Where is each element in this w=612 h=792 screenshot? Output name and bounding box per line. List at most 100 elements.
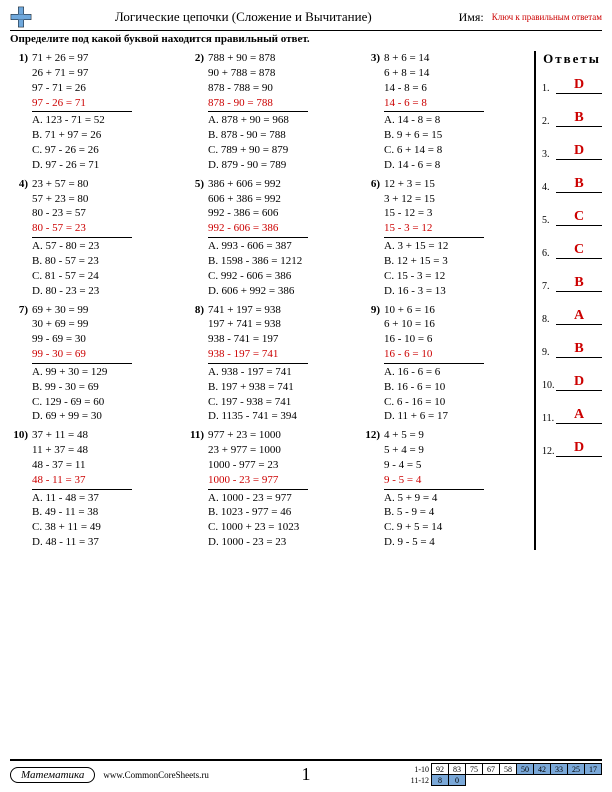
problem-line: 12 + 3 = 15 xyxy=(384,177,484,192)
problem-line: 90 + 788 = 878 xyxy=(208,66,308,81)
answer-row: 11.A xyxy=(542,407,602,424)
problem-answer-line: 878 - 90 = 788 xyxy=(208,96,308,111)
name-label: Имя: xyxy=(459,10,484,25)
problem-answer-line: 80 - 57 = 23 xyxy=(32,221,132,236)
problem-line: 4 + 5 = 9 xyxy=(384,428,484,443)
problem-line: 741 + 197 = 938 xyxy=(208,303,308,318)
option-line: D. 48 - 11 = 37 xyxy=(32,535,132,550)
problem-5: 5)386 + 606 = 992606 + 386 = 992992 - 38… xyxy=(186,177,352,299)
option-line: A. 11 - 48 = 37 xyxy=(32,491,132,506)
answers-column: Ответы 1.D2.B3.D4.B5.C6.C7.B8.A9.B10.D11… xyxy=(534,51,602,550)
problem-line: 197 + 741 = 938 xyxy=(208,317,308,332)
problem-answer-line: 97 - 26 = 71 xyxy=(32,96,132,111)
divider xyxy=(32,111,132,112)
option-line: A. 99 + 30 = 129 xyxy=(32,365,132,380)
problem-answer-line: 9 - 5 = 4 xyxy=(384,473,484,488)
option-line: B. 5 - 9 = 4 xyxy=(384,505,484,520)
score-cell: 0 xyxy=(449,775,466,786)
problem-line: 15 - 12 = 3 xyxy=(384,206,484,221)
option-line: B. 12 + 15 = 3 xyxy=(384,254,484,269)
problem-answer-line: 99 - 30 = 69 xyxy=(32,347,132,362)
answer-value: D xyxy=(556,77,602,94)
option-line: C. 81 - 57 = 24 xyxy=(32,269,132,284)
score-cell: 83 xyxy=(449,764,466,775)
score-row-label: 11-12 xyxy=(406,775,432,786)
header: Логические цепочки (Сложение и Вычитание… xyxy=(10,6,602,31)
answer-number: 8. xyxy=(542,314,556,325)
problem-line: 48 - 37 = 11 xyxy=(32,458,132,473)
option-line: D. 97 - 26 = 71 xyxy=(32,158,132,173)
problem-number: 8) xyxy=(186,303,208,318)
score-row-label: 1-10 xyxy=(406,764,432,775)
answer-number: 6. xyxy=(542,248,556,259)
option-line: C. 38 + 11 = 49 xyxy=(32,520,132,535)
answer-value: B xyxy=(556,341,602,358)
problem-12: 12)4 + 5 = 95 + 4 = 99 - 4 = 59 - 5 = 4A… xyxy=(362,428,528,550)
page-number: 1 xyxy=(302,764,311,785)
answer-row: 5.C xyxy=(542,209,602,226)
option-line: B. 878 - 90 = 788 xyxy=(208,128,308,143)
answer-row: 8.A xyxy=(542,308,602,325)
problems-grid: 1)71 + 26 = 9726 + 71 = 9797 - 71 = 2697… xyxy=(10,51,534,550)
divider xyxy=(32,489,132,490)
answer-number: 2. xyxy=(542,116,556,127)
option-line: D. 9 - 5 = 4 xyxy=(384,535,484,550)
answer-value: A xyxy=(556,407,602,424)
problem-line: 6 + 8 = 14 xyxy=(384,66,484,81)
divider xyxy=(32,237,132,238)
answer-row: 10.D xyxy=(542,374,602,391)
problem-line: 977 + 23 = 1000 xyxy=(208,428,308,443)
answer-value: C xyxy=(556,242,602,259)
option-line: B. 197 + 938 = 741 xyxy=(208,380,308,395)
option-line: A. 938 - 197 = 741 xyxy=(208,365,308,380)
option-line: D. 879 - 90 = 789 xyxy=(208,158,308,173)
answer-number: 10. xyxy=(542,380,556,391)
problem-line: 80 - 23 = 57 xyxy=(32,206,132,221)
problem-9: 9)10 + 6 = 166 + 10 = 1616 - 10 = 616 - … xyxy=(362,303,528,425)
divider xyxy=(208,489,308,490)
option-line: B. 9 + 6 = 15 xyxy=(384,128,484,143)
option-line: B. 71 + 97 = 26 xyxy=(32,128,132,143)
option-line: C. 6 + 14 = 8 xyxy=(384,143,484,158)
problem-line: 6 + 10 = 16 xyxy=(384,317,484,332)
problem-line: 606 + 386 = 992 xyxy=(208,192,308,207)
problem-answer-line: 15 - 3 = 12 xyxy=(384,221,484,236)
problem-answer-line: 1000 - 23 = 977 xyxy=(208,473,308,488)
answer-value: B xyxy=(556,110,602,127)
score-cell: 67 xyxy=(483,764,500,775)
problem-8: 8)741 + 197 = 938197 + 741 = 938938 - 74… xyxy=(186,303,352,425)
divider xyxy=(32,363,132,364)
answer-row: 12.D xyxy=(542,440,602,457)
option-line: D. 606 + 992 = 386 xyxy=(208,284,308,299)
site-url: www.CommonCoreSheets.ru xyxy=(103,770,208,780)
problem-answer-line: 14 - 6 = 8 xyxy=(384,96,484,111)
problem-answer-line: 16 - 6 = 10 xyxy=(384,347,484,362)
problem-answer-line: 992 - 606 = 386 xyxy=(208,221,308,236)
problem-number: 2) xyxy=(186,51,208,66)
page-title: Логические цепочки (Сложение и Вычитание… xyxy=(38,9,449,25)
option-line: B. 49 - 11 = 38 xyxy=(32,505,132,520)
answer-value: D xyxy=(556,143,602,160)
option-line: D. 11 + 6 = 17 xyxy=(384,409,484,424)
option-line: B. 1598 - 386 = 1212 xyxy=(208,254,308,269)
problem-line: 788 + 90 = 878 xyxy=(208,51,308,66)
problem-line: 99 - 69 = 30 xyxy=(32,332,132,347)
problem-line: 97 - 71 = 26 xyxy=(32,81,132,96)
option-line: A. 3 + 15 = 12 xyxy=(384,239,484,254)
score-cell: 8 xyxy=(432,775,449,786)
score-cell: 58 xyxy=(500,764,517,775)
problem-line: 10 + 6 = 16 xyxy=(384,303,484,318)
divider xyxy=(384,363,484,364)
option-line: C. 15 - 3 = 12 xyxy=(384,269,484,284)
option-line: B. 80 - 57 = 23 xyxy=(32,254,132,269)
logo-icon xyxy=(10,6,32,28)
problem-11: 11)977 + 23 = 100023 + 977 = 10001000 - … xyxy=(186,428,352,550)
answer-value: D xyxy=(556,440,602,457)
problem-number: 1) xyxy=(10,51,32,66)
problem-line: 23 + 57 = 80 xyxy=(32,177,132,192)
divider xyxy=(384,489,484,490)
problem-number: 12) xyxy=(362,428,384,443)
divider xyxy=(208,111,308,112)
option-line: D. 1135 - 741 = 394 xyxy=(208,409,308,424)
divider xyxy=(208,363,308,364)
